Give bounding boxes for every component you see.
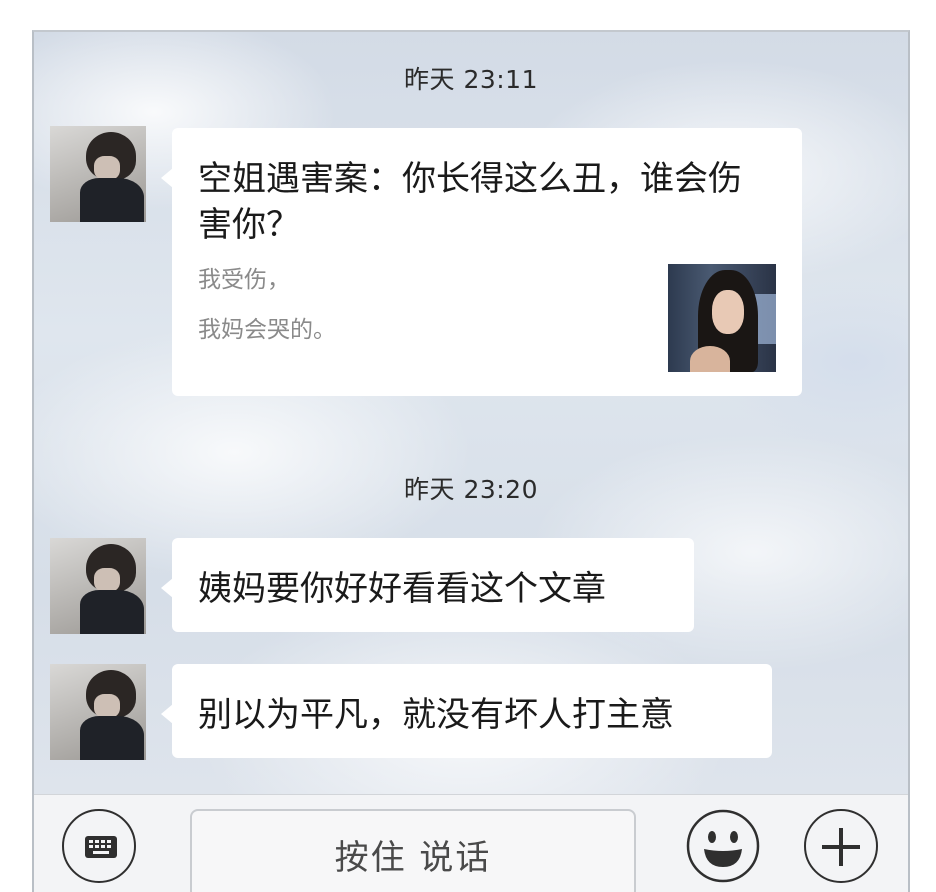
article-title: 空姐遇害案：你长得这么丑，谁会伤害你？ [198,159,742,245]
message-bubble[interactable]: 别以为平凡，就没有坏人打主意 [161,664,772,758]
input-bar: 按住 说话 [34,794,908,892]
article-description-line: 我妈会哭的。 [198,317,336,343]
timestamp: 昨天 23:11 [404,65,538,94]
more-options-button[interactable] [804,809,878,883]
keyboard-toggle-button[interactable] [62,809,136,883]
message-text: 姨妈要你好好看看这个文章 [198,568,606,609]
hold-to-talk-button[interactable]: 按住 说话 [190,809,636,892]
article-description-line: 我受伤， [198,267,290,293]
message-bubble[interactable]: 姨妈要你好好看看这个文章 [161,538,694,632]
article-thumbnail [668,264,776,372]
chat-window: 昨天 23:11 空姐遇害案：你长得这么丑，谁会伤害你？ 我受伤， 我妈会哭的。… [32,30,910,892]
article-card-bubble[interactable]: 空姐遇害案：你长得这么丑，谁会伤害你？ 我受伤， 我妈会哭的。 [161,128,802,396]
smiley-icon[interactable] [686,809,760,883]
message-text: 别以为平凡，就没有坏人打主意 [198,694,674,735]
contact-avatar[interactable] [50,538,146,634]
timestamp: 昨天 23:20 [404,475,538,504]
keyboard-icon [85,836,117,858]
contact-avatar[interactable] [50,664,146,760]
contact-avatar[interactable] [50,126,146,222]
